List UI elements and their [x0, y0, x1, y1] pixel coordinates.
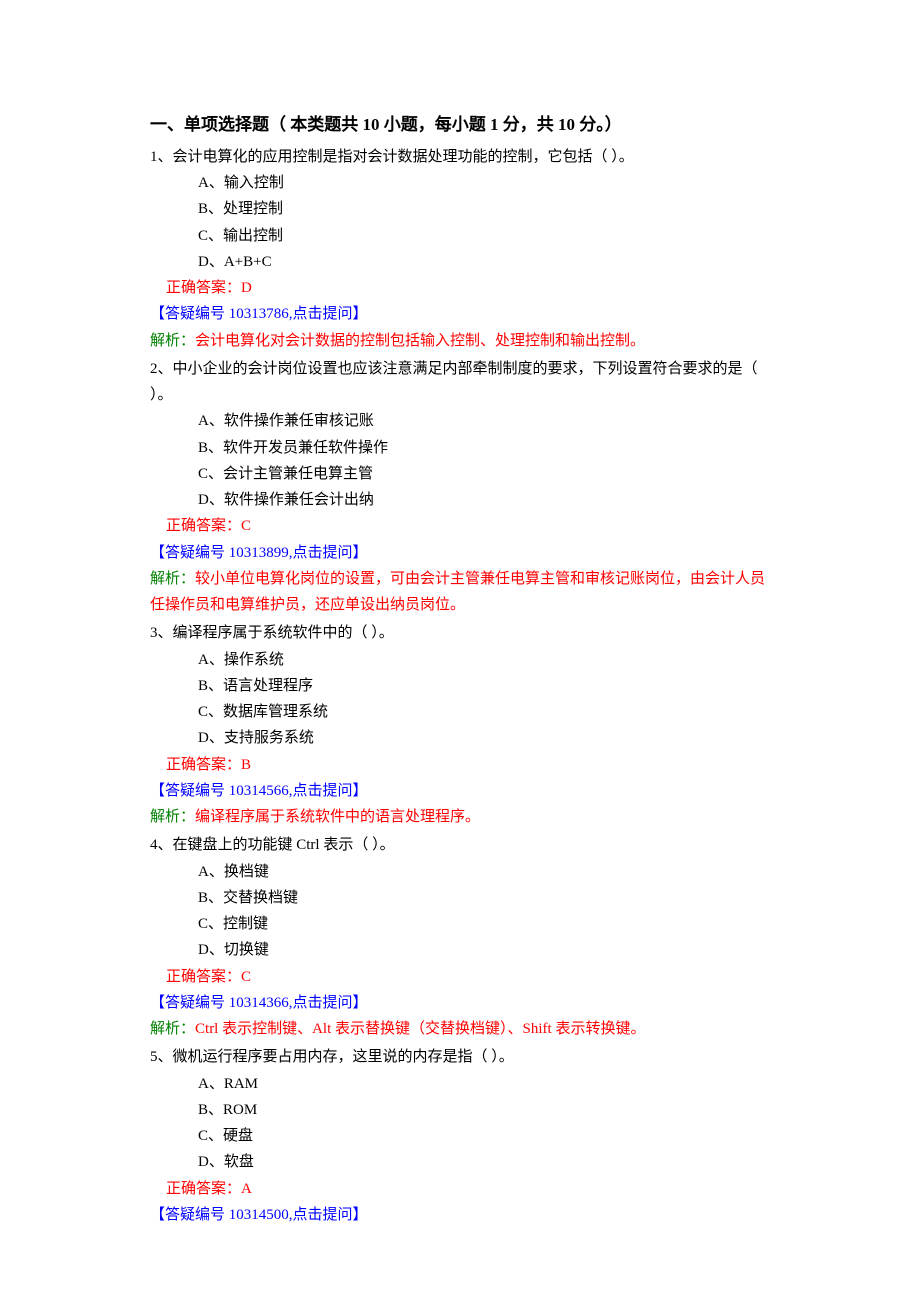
qa-link-prefix: 【答疑编号	[150, 995, 229, 1011]
question-stem: 2、中小企业的会计岗位设置也应该注意满足内部牵制制度的要求，下列设置符合要求的是…	[150, 356, 770, 409]
qa-link[interactable]: 【答疑编号 10314366,点击提问】	[150, 990, 770, 1016]
question-stem: 4、在键盘上的功能键 Ctrl 表示（ ）。	[150, 832, 770, 858]
qa-link[interactable]: 【答疑编号 10313899,点击提问】	[150, 540, 770, 566]
question-option: D、支持服务系统	[150, 725, 770, 751]
qa-link-prefix: 【答疑编号	[150, 783, 229, 799]
explanation-label: 解析：	[150, 333, 195, 349]
qa-link[interactable]: 【答疑编号 10314500,点击提问】	[150, 1202, 770, 1228]
qa-link[interactable]: 【答疑编号 10313786,点击提问】	[150, 301, 770, 327]
question-option: B、语言处理程序	[150, 673, 770, 699]
question-stem: 5、微机运行程序要占用内存，这里说的内存是指（ ）。	[150, 1044, 770, 1070]
answer-value: D	[241, 280, 252, 296]
question-option: C、输出控制	[150, 223, 770, 249]
question-option: A、操作系统	[150, 647, 770, 673]
qa-link-suffix: ,点击提问】	[289, 995, 368, 1011]
question-option: D、切换键	[150, 937, 770, 963]
explanation-label: 解析：	[150, 571, 195, 587]
qa-link-id: 10314366	[229, 995, 289, 1011]
answer-value: C	[241, 969, 251, 985]
question-option: B、处理控制	[150, 196, 770, 222]
explanation-text: 会计电算化对会计数据的控制包括输入控制、处理控制和输出控制。	[195, 333, 645, 349]
correct-answer: 正确答案：B	[150, 752, 770, 778]
qa-link-suffix: ,点击提问】	[289, 306, 368, 322]
explanation: 解析：编译程序属于系统软件中的语言处理程序。	[150, 804, 770, 830]
qa-link-id: 10313786	[229, 306, 289, 322]
document-page: 一、单项选择题（ 本类题共 10 小题，每小题 1 分，共 10 分。） 1、会…	[0, 0, 920, 1228]
answer-prefix: 正确答案：	[166, 757, 241, 773]
correct-answer: 正确答案：A	[150, 1176, 770, 1202]
qa-link-id: 10313899	[229, 545, 289, 561]
qa-link[interactable]: 【答疑编号 10314566,点击提问】	[150, 778, 770, 804]
question-option: B、交替换档键	[150, 885, 770, 911]
question-option: A、输入控制	[150, 170, 770, 196]
question-option: C、硬盘	[150, 1123, 770, 1149]
explanation: 解析：会计电算化对会计数据的控制包括输入控制、处理控制和输出控制。	[150, 328, 770, 354]
question-option: C、控制键	[150, 911, 770, 937]
answer-prefix: 正确答案：	[166, 518, 241, 534]
question-stem: 3、编译程序属于系统软件中的（ ）。	[150, 620, 770, 646]
qa-link-suffix: ,点击提问】	[289, 783, 368, 799]
question-option: D、A+B+C	[150, 249, 770, 275]
question-stem: 1、会计电算化的应用控制是指对会计数据处理功能的控制，它包括（ ）。	[150, 144, 770, 170]
explanation-text: 较小单位电算化岗位的设置，可由会计主管兼任电算主管和审核记账岗位，由会计人员任操…	[150, 571, 765, 613]
qa-link-suffix: ,点击提问】	[289, 545, 368, 561]
qa-link-prefix: 【答疑编号	[150, 1207, 229, 1223]
explanation-label: 解析：	[150, 809, 195, 825]
correct-answer: 正确答案：D	[150, 275, 770, 301]
answer-prefix: 正确答案：	[166, 280, 241, 296]
explanation: 解析：Ctrl 表示控制键、Alt 表示替换键（交替换档键）、Shift 表示转…	[150, 1016, 770, 1042]
correct-answer: 正确答案：C	[150, 513, 770, 539]
correct-answer: 正确答案：C	[150, 964, 770, 990]
explanation-text: Ctrl 表示控制键、Alt 表示替换键（交替换档键）、Shift 表示转换键。	[195, 1021, 645, 1037]
question-option: A、软件操作兼任审核记账	[150, 408, 770, 434]
qa-link-id: 10314566	[229, 783, 289, 799]
section-title: 一、单项选择题（ 本类题共 10 小题，每小题 1 分，共 10 分。）	[150, 110, 770, 140]
question-option: A、换档键	[150, 859, 770, 885]
explanation-label: 解析：	[150, 1021, 195, 1037]
qa-link-id: 10314500	[229, 1207, 289, 1223]
answer-prefix: 正确答案：	[166, 1181, 241, 1197]
answer-value: C	[241, 518, 251, 534]
explanation: 解析：较小单位电算化岗位的设置，可由会计主管兼任电算主管和审核记账岗位，由会计人…	[150, 566, 770, 619]
question-option: D、软盘	[150, 1149, 770, 1175]
answer-value: B	[241, 757, 251, 773]
answer-value: A	[241, 1181, 252, 1197]
questions-container: 1、会计电算化的应用控制是指对会计数据处理功能的控制，它包括（ ）。A、输入控制…	[150, 144, 770, 1228]
qa-link-prefix: 【答疑编号	[150, 545, 229, 561]
qa-link-prefix: 【答疑编号	[150, 306, 229, 322]
explanation-text: 编译程序属于系统软件中的语言处理程序。	[195, 809, 480, 825]
question-option: D、软件操作兼任会计出纳	[150, 487, 770, 513]
question-option: B、ROM	[150, 1097, 770, 1123]
question-option: B、软件开发员兼任软件操作	[150, 435, 770, 461]
question-option: C、数据库管理系统	[150, 699, 770, 725]
answer-prefix: 正确答案：	[166, 969, 241, 985]
qa-link-suffix: ,点击提问】	[289, 1207, 368, 1223]
question-option: A、RAM	[150, 1071, 770, 1097]
question-option: C、会计主管兼任电算主管	[150, 461, 770, 487]
